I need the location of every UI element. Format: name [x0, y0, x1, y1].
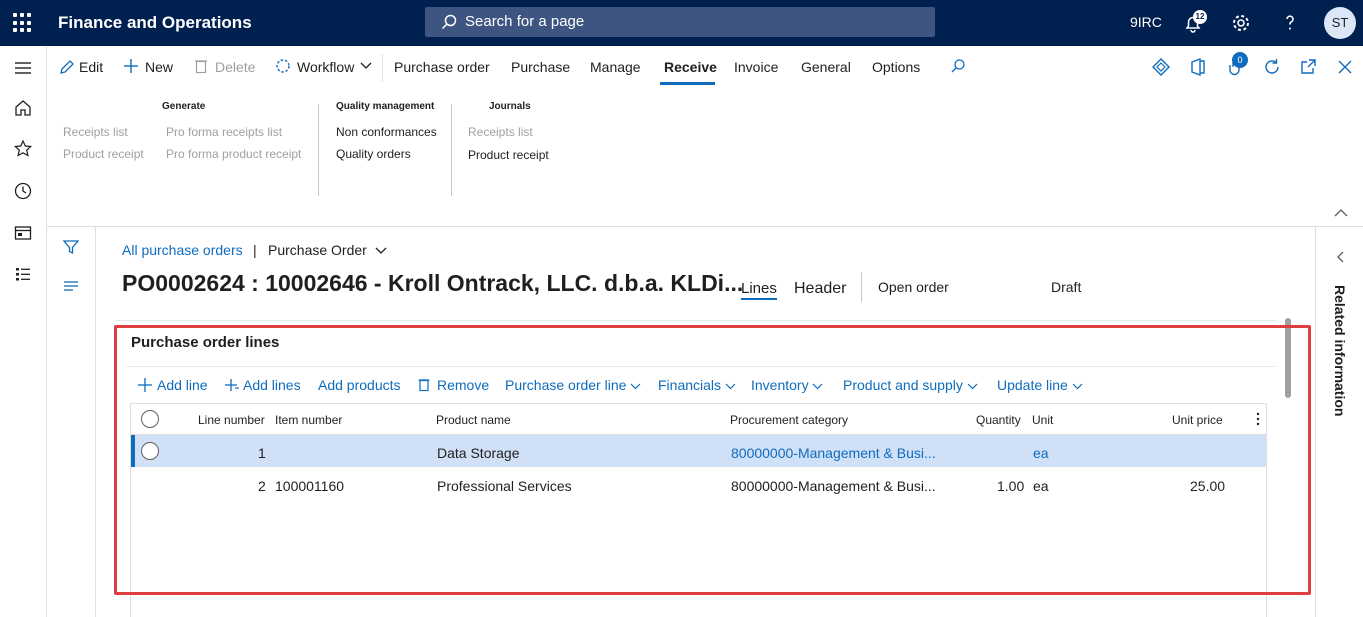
- office-icon[interactable]: [1188, 57, 1208, 77]
- group-title-journals: Journals: [489, 101, 531, 112]
- group-title-generate: Generate: [162, 101, 206, 112]
- app-title[interactable]: Finance and Operations: [58, 13, 252, 33]
- search-placeholder: Search for a page: [465, 13, 585, 30]
- tab-options[interactable]: Options: [872, 59, 920, 75]
- delete-trash-icon: [195, 60, 207, 74]
- open-new-window-icon[interactable]: [1298, 57, 1318, 77]
- filter-icon[interactable]: [63, 239, 79, 255]
- attachments-count-badge: 0: [1232, 52, 1248, 68]
- quality-orders-button[interactable]: Quality orders: [336, 147, 411, 161]
- breadcrumb-separator: |: [253, 242, 257, 258]
- workspaces-icon[interactable]: [13, 223, 33, 243]
- chevron-up-icon[interactable]: [1334, 208, 1348, 218]
- hamburger-icon[interactable]: [13, 58, 33, 78]
- search-icon: [441, 14, 457, 30]
- group-title-quality-management: Quality management: [336, 101, 435, 112]
- delete-button[interactable]: Delete: [215, 59, 255, 75]
- edit-pencil-icon: [60, 60, 74, 74]
- chevron-down-icon: [375, 247, 387, 254]
- workflow-button[interactable]: Workflow: [297, 59, 354, 75]
- diamond-icon[interactable]: [1151, 57, 1171, 77]
- active-tab-indicator: [660, 82, 715, 85]
- favorites-star-icon[interactable]: [13, 139, 33, 159]
- tab-invoice[interactable]: Invoice: [734, 59, 778, 75]
- pro-forma-product-receipt-button[interactable]: Pro forma product receipt: [166, 147, 301, 161]
- breadcrumb-purchase-order[interactable]: Purchase Order: [268, 242, 387, 258]
- list-view-icon[interactable]: [63, 280, 79, 292]
- recent-clock-icon[interactable]: [13, 181, 33, 201]
- receipts-list-button[interactable]: Receipts list: [63, 125, 128, 139]
- tab-purchase-order[interactable]: Purchase order: [394, 59, 490, 75]
- workflow-icon: [276, 59, 290, 73]
- new-button[interactable]: New: [145, 59, 173, 75]
- app-launcher-icon[interactable]: [13, 13, 33, 33]
- home-icon[interactable]: [13, 98, 33, 118]
- non-conformances-button[interactable]: Non conformances: [336, 125, 437, 139]
- gear-icon[interactable]: [1229, 11, 1253, 35]
- related-information-label[interactable]: Related information: [1332, 285, 1348, 416]
- search-icon[interactable]: [950, 58, 966, 74]
- toolbar-divider: [382, 54, 383, 82]
- avatar[interactable]: ST: [1324, 7, 1356, 39]
- highlight-annotation: [114, 325, 1311, 595]
- chevron-left-icon[interactable]: [1336, 251, 1344, 263]
- tab-general[interactable]: General: [801, 59, 851, 75]
- plus-icon: [124, 59, 138, 73]
- breadcrumb-form-label: Purchase Order: [268, 242, 367, 258]
- title-divider: [861, 272, 862, 302]
- view-toggle-lines[interactable]: Lines: [741, 280, 777, 300]
- edit-button[interactable]: Edit: [79, 59, 103, 75]
- action-pane: Edit New Delete Workflow Purchase order …: [47, 46, 1363, 227]
- group-divider: [318, 104, 319, 196]
- tab-purchase[interactable]: Purchase: [511, 59, 570, 75]
- product-receipt-button[interactable]: Product receipt: [63, 147, 144, 161]
- notification-count-badge: 12: [1193, 10, 1207, 24]
- pro-forma-receipts-list-button[interactable]: Pro forma receipts list: [166, 125, 282, 139]
- chevron-down-icon: [360, 62, 372, 69]
- page-title: PO0002624 : 10002646 - Kroll Ontrack, LL…: [122, 270, 744, 296]
- group-divider: [451, 104, 452, 196]
- tab-receive[interactable]: Receive: [664, 59, 717, 75]
- journal-product-receipt-button[interactable]: Product receipt: [468, 148, 549, 162]
- view-toggle-header[interactable]: Header: [794, 280, 846, 298]
- order-status: Open order: [878, 279, 949, 295]
- company-picker[interactable]: 9IRC: [1130, 14, 1162, 30]
- navigation-pane: [0, 46, 47, 617]
- refresh-icon[interactable]: [1262, 57, 1282, 77]
- search-input[interactable]: Search for a page: [425, 7, 935, 37]
- breadcrumb-all-purchase-orders[interactable]: All purchase orders: [122, 242, 243, 258]
- filter-strip: [47, 227, 96, 617]
- close-icon[interactable]: [1335, 57, 1355, 77]
- help-icon[interactable]: [1278, 11, 1302, 35]
- approval-status: Draft: [1051, 279, 1082, 295]
- modules-list-icon[interactable]: [13, 264, 33, 284]
- top-bar: Finance and Operations Search for a page…: [0, 0, 1363, 46]
- journal-receipts-list-button[interactable]: Receipts list: [468, 125, 533, 139]
- tab-manage[interactable]: Manage: [590, 59, 641, 75]
